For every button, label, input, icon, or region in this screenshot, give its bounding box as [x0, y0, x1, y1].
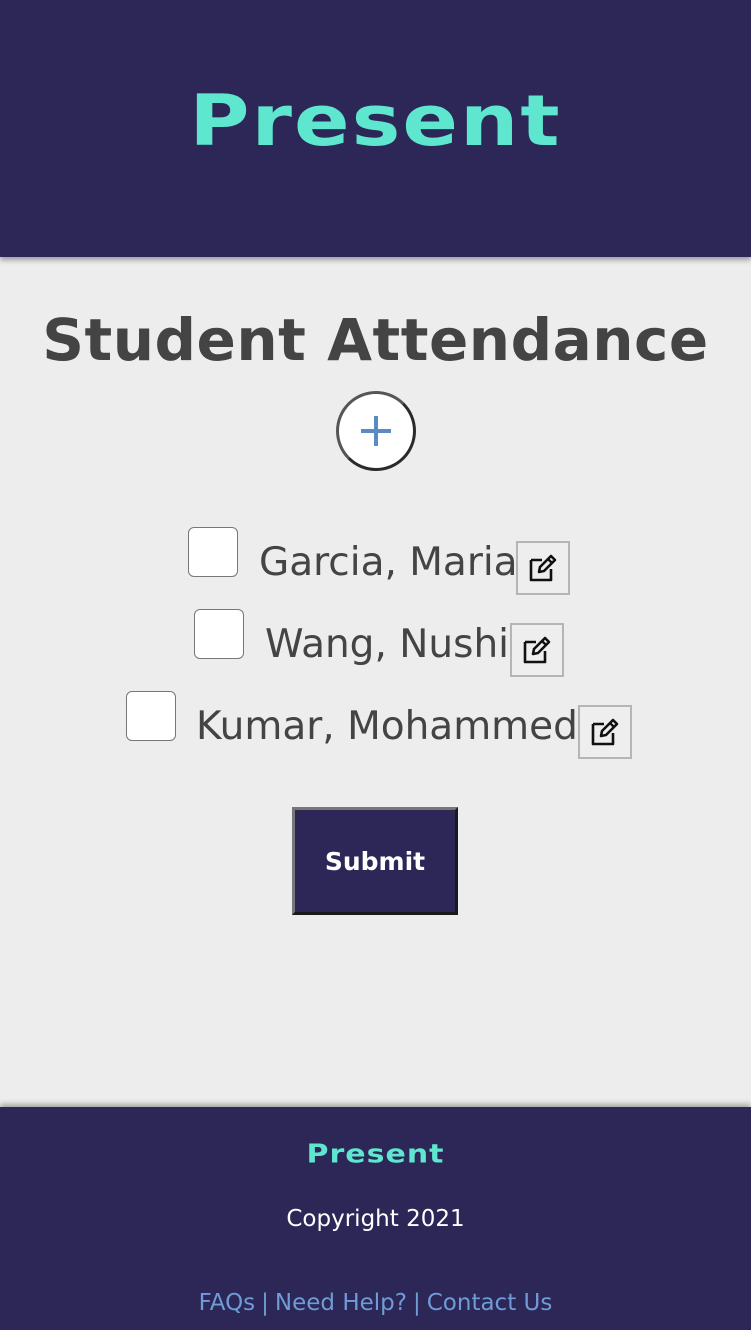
student-name: Kumar, Mohammed [196, 704, 578, 749]
link-separator: | [412, 1290, 421, 1316]
student-name: Garcia, Maria [259, 540, 518, 585]
footer: Present Copyright 2021 FAQs | Need Help? | C… [0, 1107, 751, 1330]
page: Present Student Attendance Garcia, Maria… [0, 0, 751, 1330]
faqs-link[interactable]: FAQs [199, 1290, 256, 1316]
header: Present [0, 0, 751, 257]
edit-student-button[interactable] [510, 623, 564, 677]
brand-logo: Present [189, 80, 562, 163]
plus-icon [361, 416, 391, 446]
edit-student-button[interactable] [516, 541, 570, 595]
copyright-text: Copyright 2021 [286, 1206, 465, 1232]
edit-icon [591, 718, 619, 746]
student-name: Wang, Nushi [265, 622, 509, 667]
submit-button[interactable]: Submit [292, 807, 458, 915]
contact-us-link[interactable]: Contact Us [427, 1290, 553, 1316]
student-checkbox-kumar-mohammed[interactable] [126, 691, 176, 741]
edit-icon [529, 554, 557, 582]
footer-links: FAQs | Need Help? | Contact Us [0, 1288, 751, 1318]
edit-icon [523, 636, 551, 664]
link-separator: | [261, 1290, 269, 1316]
student-checkbox-garcia-maria[interactable] [188, 527, 238, 577]
page-title: Student Attendance [42, 306, 709, 374]
add-student-button[interactable] [336, 391, 416, 471]
edit-student-button[interactable] [578, 705, 632, 759]
student-checkbox-wang-nushi[interactable] [194, 609, 244, 659]
need-help-link[interactable]: Need Help? [275, 1290, 407, 1316]
footer-brand-logo: Present [306, 1139, 445, 1170]
